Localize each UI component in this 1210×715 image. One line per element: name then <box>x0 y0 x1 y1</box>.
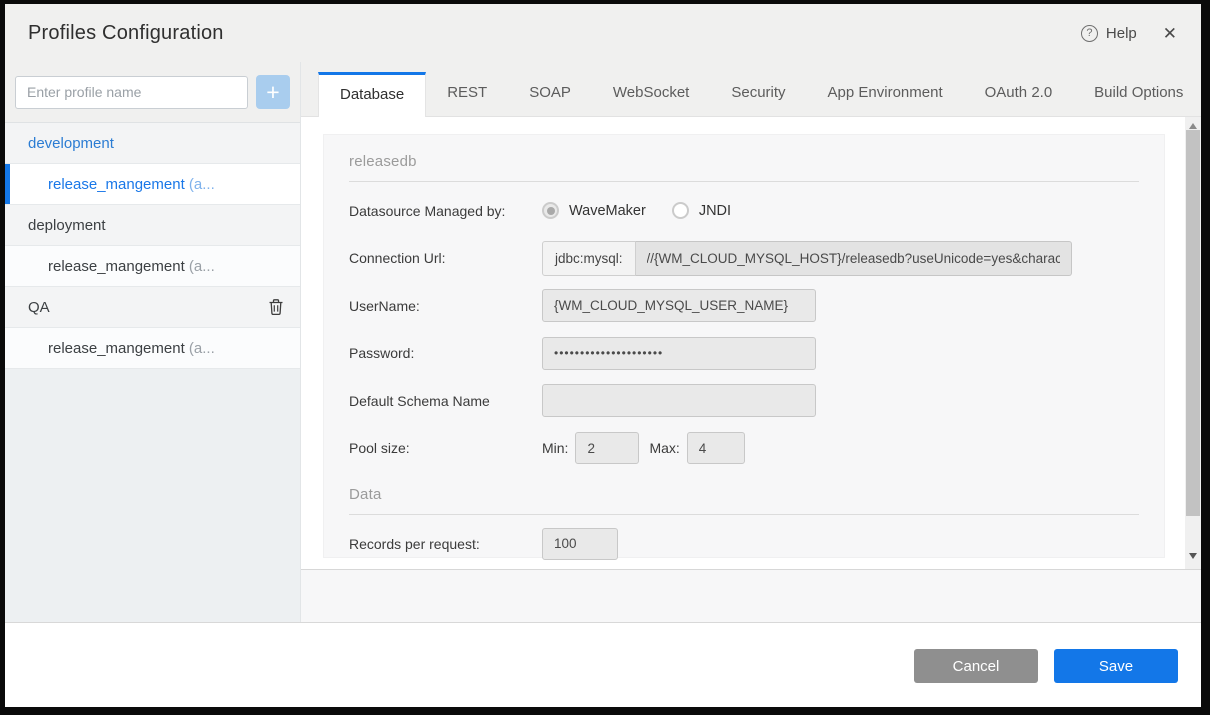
pool-size-controls: Min: Max: <box>542 432 745 464</box>
panel-spacer <box>301 570 1201 622</box>
profile-item-release-mangement-qa[interactable]: release_mangement (a... <box>5 328 300 369</box>
profile-group-deployment[interactable]: deployment <box>5 205 300 246</box>
database-tab-panel: releasedb Datasource Managed by: WaveMak… <box>301 117 1201 570</box>
connection-url-input[interactable] <box>636 241 1072 276</box>
pool-min-label: Min: <box>542 440 568 456</box>
wavemaker-radio[interactable] <box>542 202 559 219</box>
datasource-row: Datasource Managed by: WaveMaker JNDI <box>349 187 1139 235</box>
profile-group-label: deployment <box>28 217 106 234</box>
datasource-label: Datasource Managed by: <box>349 203 542 219</box>
help-label: Help <box>1106 25 1137 42</box>
profile-name-input[interactable] <box>15 76 248 109</box>
profile-group-development[interactable]: development <box>5 123 300 164</box>
profile-item-label: release_mangement (a... <box>48 258 215 275</box>
profile-group-qa[interactable]: QA <box>5 287 300 328</box>
save-button[interactable]: Save <box>1054 649 1178 683</box>
tab-security[interactable]: Security <box>710 71 806 116</box>
screen: { "header": { "title": "Profiles Configu… <box>0 0 1210 715</box>
password-input[interactable] <box>542 337 816 370</box>
username-row: UserName: <box>349 282 1139 330</box>
records-per-request-label: Records per request: <box>349 536 542 552</box>
database-config-card: releasedb Datasource Managed by: WaveMak… <box>323 134 1165 558</box>
schema-row: Default Schema Name <box>349 377 1139 425</box>
password-label: Password: <box>349 345 542 361</box>
data-section-title: Data <box>349 472 1139 515</box>
tab-soap[interactable]: SOAP <box>508 71 592 116</box>
username-input[interactable] <box>542 289 816 322</box>
profiles-sidebar: + development release_mangement (a... de… <box>5 62 301 622</box>
page-title: Profiles Configuration <box>28 22 224 45</box>
vertical-scrollbar[interactable] <box>1185 117 1201 569</box>
datasource-radio-group: WaveMaker JNDI <box>542 202 747 219</box>
profile-create-row: + <box>5 62 300 123</box>
jndi-radio-label: JNDI <box>699 203 731 219</box>
tab-websocket[interactable]: WebSocket <box>592 71 710 116</box>
connection-url-row: Connection Url: jdbc:mysql: <box>349 235 1139 283</box>
records-per-request-row: Records per request: <box>349 520 1139 568</box>
connection-url-label: Connection Url: <box>349 250 542 266</box>
connection-url-control: jdbc:mysql: <box>542 241 1072 276</box>
database-form: Datasource Managed by: WaveMaker JNDI Co… <box>349 182 1139 472</box>
schema-label: Default Schema Name <box>349 393 542 409</box>
tab-app-environment[interactable]: App Environment <box>807 71 964 116</box>
wavemaker-radio-label: WaveMaker <box>569 203 646 219</box>
jndi-radio[interactable] <box>672 202 689 219</box>
dialog-footer: Cancel Save <box>5 622 1201 707</box>
scrollbar-thumb[interactable] <box>1186 130 1200 516</box>
tab-rest[interactable]: REST <box>426 71 508 116</box>
cancel-button[interactable]: Cancel <box>914 649 1038 683</box>
profile-list: development release_mangement (a... depl… <box>5 123 300 369</box>
pool-size-row: Pool size: Min: Max: <box>349 425 1139 473</box>
close-icon[interactable]: ✕ <box>1163 25 1177 42</box>
profile-item-release-mangement-deployment[interactable]: release_mangement (a... <box>5 246 300 287</box>
tab-bar: Database REST SOAP WebSocket Security Ap… <box>301 62 1201 117</box>
delete-profile-icon[interactable] <box>268 298 284 316</box>
pool-size-label: Pool size: <box>349 440 542 456</box>
records-per-request-input[interactable] <box>542 528 618 560</box>
scroll-up-arrow-icon[interactable] <box>1189 123 1197 129</box>
profile-item-label: release_mangement (a... <box>48 176 215 193</box>
scroll-down-arrow-icon[interactable] <box>1189 553 1197 559</box>
title-bar: Profiles Configuration ? Help ✕ <box>5 4 1201 62</box>
profile-group-label: development <box>28 135 114 152</box>
profile-group-label: QA <box>28 299 50 316</box>
username-label: UserName: <box>349 298 542 314</box>
schema-input[interactable] <box>542 384 816 417</box>
dialog-body: + development release_mangement (a... de… <box>5 62 1201 622</box>
add-profile-button[interactable]: + <box>256 75 290 109</box>
profile-item-label: release_mangement (a... <box>48 340 215 357</box>
data-form: Records per request: <box>349 515 1139 568</box>
profiles-configuration-dialog: Profiles Configuration ? Help ✕ + develo… <box>5 4 1201 707</box>
password-row: Password: <box>349 330 1139 378</box>
jdbc-prefix: jdbc:mysql: <box>542 241 636 276</box>
help-button[interactable]: ? Help <box>1081 25 1137 42</box>
tab-build-options[interactable]: Build Options <box>1073 71 1204 116</box>
pool-max-label: Max: <box>649 440 679 456</box>
tab-oauth[interactable]: OAuth 2.0 <box>964 71 1074 116</box>
profile-item-release-mangement-development[interactable]: release_mangement (a... <box>5 164 300 205</box>
pool-max-input[interactable] <box>687 432 745 464</box>
profile-detail-panel: Database REST SOAP WebSocket Security Ap… <box>301 62 1201 622</box>
database-section-title: releasedb <box>349 135 1139 182</box>
title-bar-actions: ? Help ✕ <box>1081 25 1177 42</box>
pool-min-input[interactable] <box>575 432 639 464</box>
help-icon: ? <box>1081 25 1098 42</box>
tab-database[interactable]: Database <box>318 72 426 117</box>
